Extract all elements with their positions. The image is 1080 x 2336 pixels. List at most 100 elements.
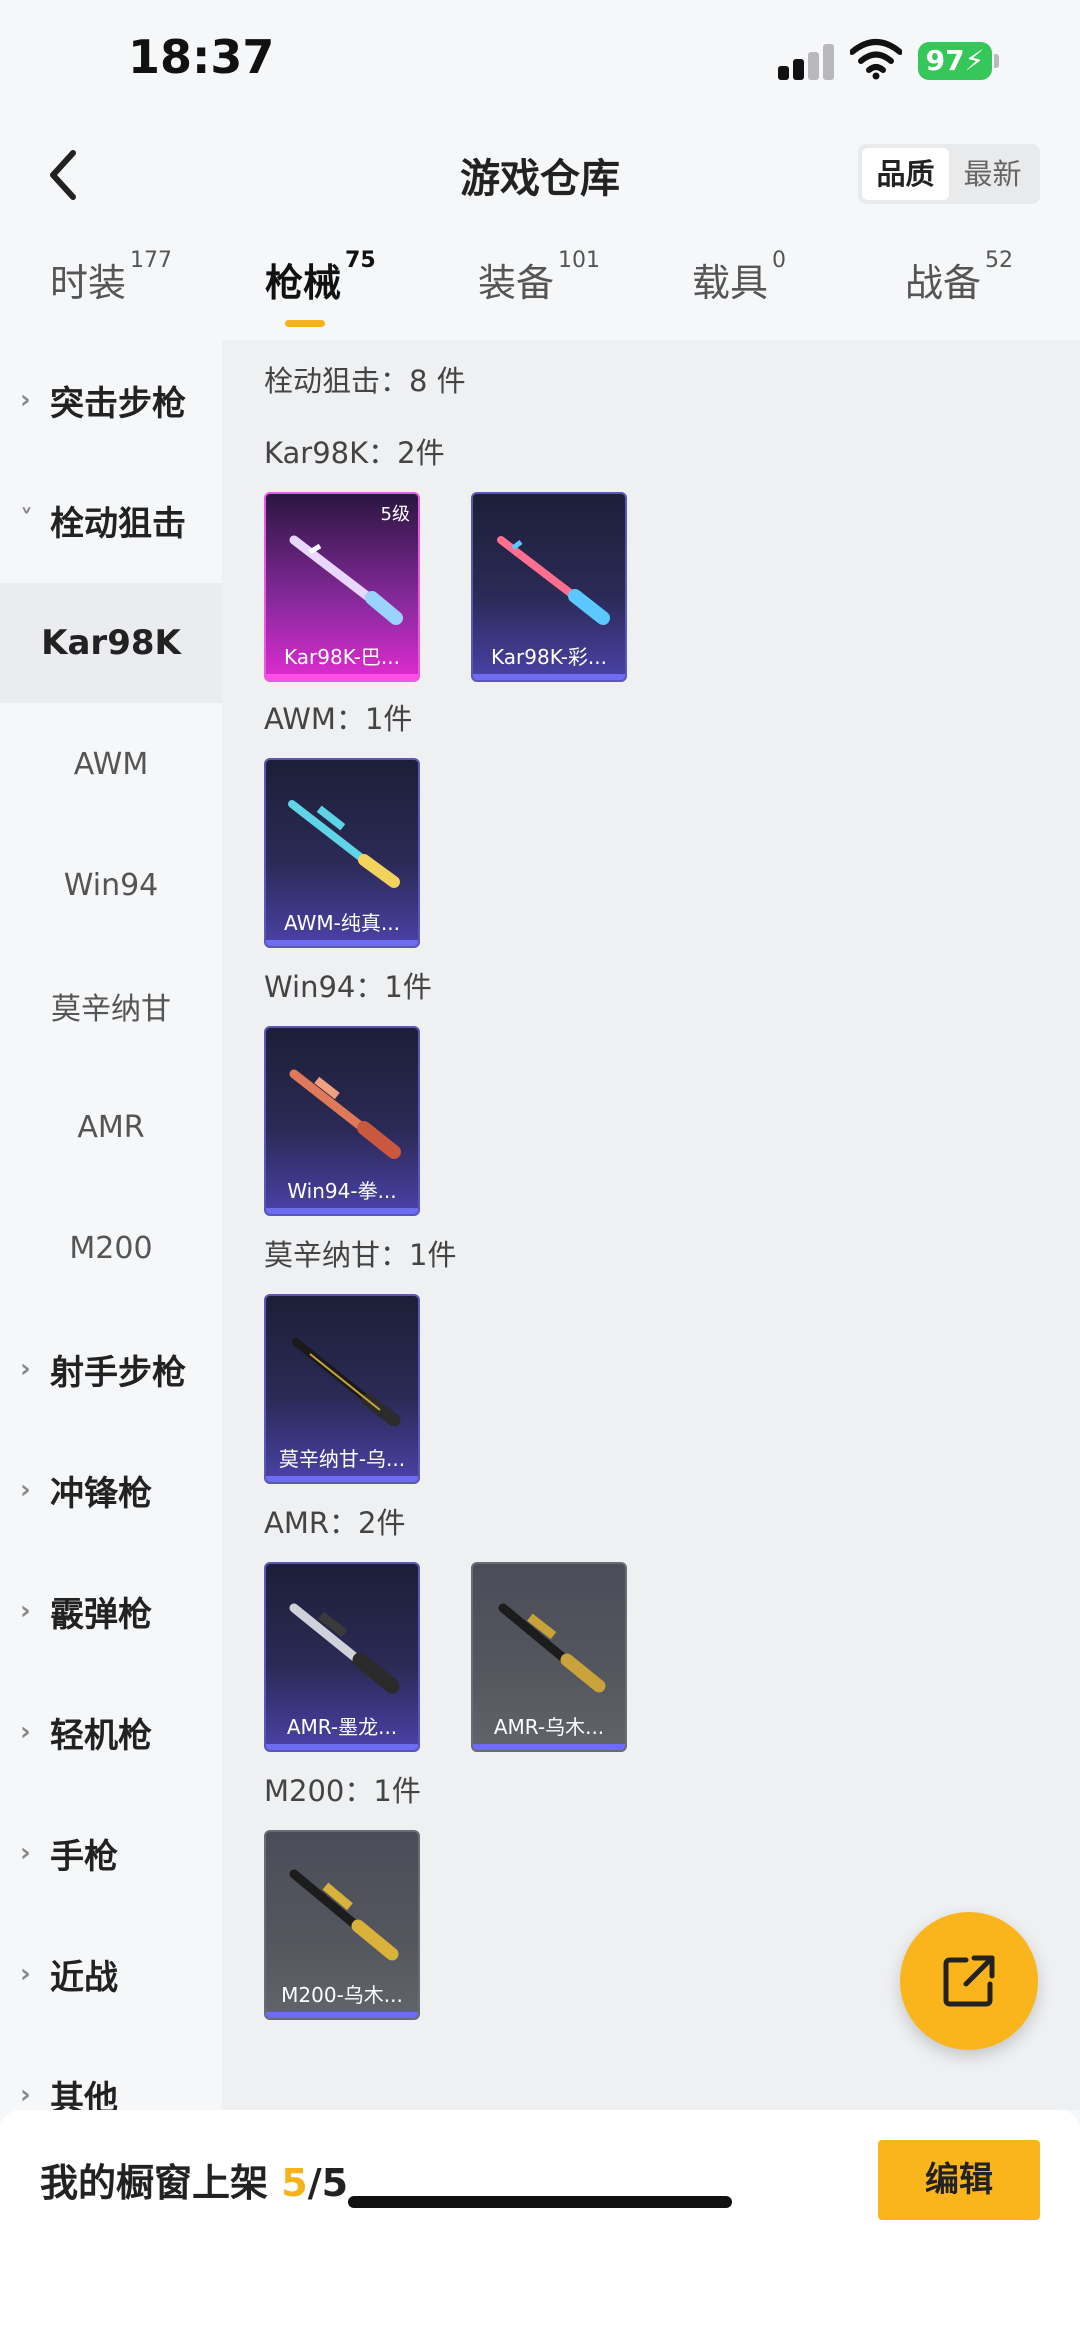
item-card[interactable]: Kar98K-彩... (471, 492, 627, 682)
section-title: Win94：1件 (264, 970, 432, 1004)
shelf-label: 我的橱窗上架 (40, 2161, 269, 2205)
category-tabs: 时装177 枪械75 装备101 载具0 战备52 (0, 248, 1080, 342)
rifle-icon (289, 535, 403, 625)
sidebar-item-label: 轻机枪 (50, 1715, 152, 1756)
rarity-bar (266, 2012, 418, 2018)
sidebar-item-label: 栓动狙击 (50, 503, 186, 544)
item-card[interactable]: 莫辛纳甘-乌... (264, 1294, 420, 1484)
shelf-current-count: 5 (281, 2161, 308, 2205)
section-title: Kar98K：2件 (264, 436, 445, 470)
tab-equipment[interactable]: 装备101 (478, 248, 600, 307)
tab-battle-prep-count: 52 (985, 248, 1014, 273)
sidebar-subitem-m200[interactable]: M200 (0, 1188, 222, 1308)
rifle-icon (292, 1338, 401, 1427)
share-button[interactable] (900, 1912, 1038, 2050)
tab-fashion-label: 时装 (50, 261, 127, 305)
sidebar-item-lmg[interactable]: › 轻机枪 (0, 1672, 222, 1792)
item-card[interactable]: M200-乌木... (264, 1830, 420, 2020)
tab-battle-prep-label: 战备 (905, 261, 982, 305)
shelf-status: 我的橱窗上架 5/5 (40, 2152, 348, 2207)
active-tab-indicator (285, 320, 325, 327)
rarity-bar (473, 674, 625, 680)
item-name: 莫辛纳甘-乌... (278, 1447, 406, 1471)
level-badge: 5级 (380, 504, 410, 525)
sidebar-item-other[interactable]: › 其他 (0, 2035, 222, 2111)
chevron-right-icon: › (20, 385, 31, 415)
sidebar-item-label: 突击步枪 (50, 383, 186, 424)
rarity-bar (266, 674, 418, 680)
sort-newest-option[interactable]: 最新 (949, 148, 1036, 200)
battery-level: 97 (925, 44, 965, 77)
tab-equipment-count: 101 (558, 248, 601, 273)
item-card[interactable]: AMR-墨龙... (264, 1562, 420, 1752)
signal-icon (778, 44, 834, 80)
rarity-bar (473, 1744, 625, 1750)
tab-guns-label: 枪械 (265, 261, 342, 305)
sidebar-item-label: 射手步枪 (50, 1352, 186, 1393)
section-title: AMR：2件 (264, 1506, 406, 1540)
chevron-right-icon: › (20, 1596, 31, 1626)
sidebar-subitem-kar98k[interactable]: Kar98K (0, 583, 222, 703)
rarity-bar (266, 1744, 418, 1750)
bottom-bar: 我的橱窗上架 5/5 编辑 (0, 2110, 1080, 2336)
battery-icon: 97⚡ (918, 42, 992, 80)
chevron-right-icon: › (20, 1475, 31, 1505)
external-link-icon (943, 1955, 995, 2007)
sidebar-item-pistol[interactable]: › 手枪 (0, 1793, 222, 1913)
sort-toggle: 品质 最新 (858, 144, 1040, 204)
sidebar-item-label: 冲锋枪 (50, 1473, 152, 1514)
sidebar-item-marksman-rifle[interactable]: › 射手步枪 (0, 1309, 222, 1429)
tab-vehicles-count: 0 (772, 248, 787, 273)
sidebar-item-shotgun[interactable]: › 霰弹枪 (0, 1551, 222, 1671)
tab-vehicles-label: 载具 (692, 261, 769, 305)
shelf-total-count: /5 (307, 2161, 349, 2205)
item-name: M200-乌木... (281, 1983, 403, 2007)
sidebar-item-assault-rifle[interactable]: › 突击步枪 (0, 340, 222, 460)
edit-button[interactable]: 编辑 (878, 2140, 1040, 2220)
sidebar-subitem-mosin[interactable]: 莫辛纳甘 (0, 946, 222, 1066)
rifle-icon (289, 1069, 401, 1159)
item-card[interactable]: Win94-拳... (264, 1026, 420, 1216)
item-name: Win94-拳... (287, 1179, 397, 1203)
rarity-bar (266, 1208, 418, 1214)
chevron-down-icon: ˅ (20, 505, 33, 535)
sidebar-item-label: 手枪 (50, 1836, 118, 1877)
rifle-icon (288, 800, 400, 888)
sidebar-item-smg[interactable]: › 冲锋枪 (0, 1430, 222, 1550)
sidebar-item-bolt-sniper[interactable]: ˅ 栓动狙击 (0, 460, 222, 580)
sidebar-item-label: 霰弹枪 (50, 1594, 152, 1635)
sidebar-item-melee[interactable]: › 近战 (0, 1914, 222, 2034)
sidebar: › 突击步枪 ˅ 栓动狙击 Kar98K AWM Win94 莫辛纳甘 AMR M2… (0, 340, 222, 2110)
sort-quality-option[interactable]: 品质 (862, 148, 949, 200)
tab-equipment-label: 装备 (478, 261, 555, 305)
section-title: AWM：1件 (264, 702, 413, 736)
tab-fashion[interactable]: 时装177 (50, 248, 172, 307)
sidebar-subitem-win94[interactable]: Win94 (0, 825, 222, 945)
tab-guns-count: 75 (345, 248, 376, 273)
rifle-icon (289, 1869, 399, 1961)
chevron-right-icon: › (20, 1354, 31, 1384)
section-title: M200：1件 (264, 1774, 421, 1808)
item-card[interactable]: 5级 Kar98K-巴... (264, 492, 420, 682)
item-card[interactable]: AMR-乌木... (471, 1562, 627, 1752)
item-name: AMR-墨龙... (286, 1715, 398, 1739)
chevron-right-icon: › (20, 1838, 31, 1868)
chevron-right-icon: › (20, 1959, 31, 1989)
rifle-icon (497, 536, 610, 625)
rarity-bar (266, 940, 418, 946)
status-time: 18:37 (128, 30, 275, 84)
sidebar-subitem-amr[interactable]: AMR (0, 1067, 222, 1187)
tab-guns[interactable]: 枪械75 (265, 248, 376, 307)
tab-vehicles[interactable]: 载具0 (692, 248, 786, 307)
tab-battle-prep[interactable]: 战备52 (905, 248, 1013, 307)
home-indicator (348, 2196, 732, 2208)
tab-fashion-count: 177 (130, 248, 173, 273)
sidebar-subitem-awm[interactable]: AWM (0, 704, 222, 824)
rifle-icon (498, 1603, 606, 1693)
item-card[interactable]: AWM-纯真... (264, 758, 420, 948)
rarity-bar (266, 1476, 418, 1482)
item-name: AWM-纯真... (284, 911, 400, 935)
sidebar-item-label: 近战 (50, 1957, 118, 1998)
chevron-right-icon: › (20, 2080, 31, 2110)
category-summary: 栓动狙击：8 件 (264, 364, 466, 398)
